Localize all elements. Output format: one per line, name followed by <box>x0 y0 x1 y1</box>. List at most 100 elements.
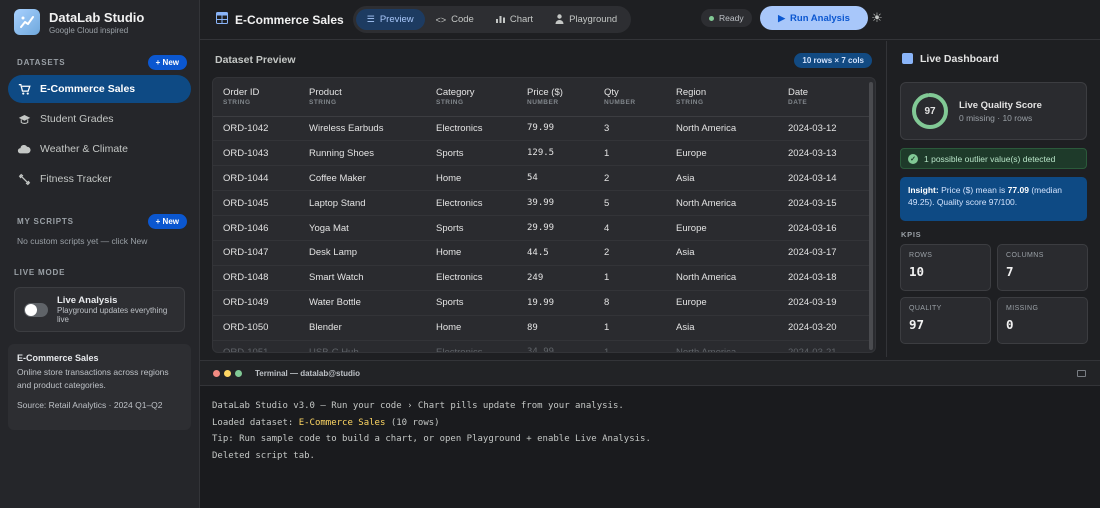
column-header[interactable]: Qty NUMBER <box>594 78 666 117</box>
tab-preview[interactable]: ☰ Preview <box>355 9 425 30</box>
data-table-container[interactable]: Order ID STRING Product STRING Category STR… <box>212 77 876 353</box>
date-cell: 2024-03-15 <box>778 190 869 217</box>
kpi-missing: MISSING 0 <box>997 297 1088 344</box>
chart-icon <box>495 14 505 25</box>
live-dashboard-panel: Live Dashboard 97 Live Quality Score 0 m… <box>886 41 1100 357</box>
qty-cell: 1 <box>594 265 666 291</box>
price-cell: 34.99 <box>517 340 594 352</box>
table-scrollbar[interactable] <box>869 82 873 350</box>
dataset-title-text: E-Commerce Sales <box>235 12 344 27</box>
terminal-expand-icon[interactable] <box>1077 370 1086 377</box>
qty-cell: 2 <box>594 165 666 192</box>
product-cell: Coffee Maker <box>299 165 426 192</box>
scripts-label: MY SCRIPTS <box>17 216 74 226</box>
region-cell: North America <box>666 116 778 142</box>
new-script-button[interactable]: + New <box>147 213 187 229</box>
order-id-cell: ORD-1044 <box>213 165 299 192</box>
data-table: Order ID STRING Product STRING Category STR… <box>213 78 869 352</box>
table-icon <box>216 12 228 27</box>
price-cell: 89 <box>517 315 594 341</box>
price-cell: 19.99 <box>517 290 594 316</box>
datasets-label: DATASETS <box>17 57 66 67</box>
insight-text-a: Price ($) mean is <box>938 185 1008 195</box>
price-cell: 29.99 <box>517 215 594 241</box>
column-header[interactable]: Product STRING <box>299 78 426 117</box>
new-dataset-button[interactable]: + New <box>147 54 187 70</box>
category-cell: Home <box>426 240 517 266</box>
qty-cell: 5 <box>594 190 666 217</box>
tab-code[interactable]: <> Code <box>425 9 485 30</box>
insight-card: Insight: Price ($) mean is 77.09 (median… <box>900 177 1087 221</box>
column-header[interactable]: Order ID STRING <box>213 78 299 117</box>
live-analysis-toggle[interactable] <box>24 302 48 317</box>
close-dot-icon[interactable] <box>213 369 220 377</box>
sidebar-item-fitness-tracker[interactable]: Fitness Tracker <box>8 165 191 193</box>
table-row[interactable]: ORD-1050 Blender Home 89 1 Asia 2024-03-20 <box>213 315 869 341</box>
app-title: DataLab Studio <box>49 9 145 25</box>
table-row[interactable]: ORD-1048 Smart Watch Electronics 249 1 North … <box>213 265 869 291</box>
minimize-dot-icon[interactable] <box>224 369 231 377</box>
order-id-cell: ORD-1048 <box>213 265 299 291</box>
tab-playground[interactable]: Playground <box>544 9 628 30</box>
kpi-rows: ROWS 10 <box>900 244 991 291</box>
table-row[interactable]: ORD-1049 Water Bottle Sports 19.99 8 Europe 20… <box>213 290 869 316</box>
price-cell: 249 <box>517 265 594 291</box>
terminal-title: Terminal — datalab@studio <box>255 368 360 378</box>
table-row[interactable]: ORD-1046 Yoga Mat Sports 29.99 4 Europe 2024-0… <box>213 215 869 241</box>
table-header-row: Order ID STRING Product STRING Category STR… <box>213 78 869 117</box>
order-id-cell: ORD-1043 <box>213 140 299 167</box>
region-cell: Europe <box>666 215 778 241</box>
product-cell: Running Shoes <box>299 140 426 167</box>
category-cell: Electronics <box>426 265 517 291</box>
order-id-cell: ORD-1051 <box>213 340 299 352</box>
sidebar-item-weather-climate[interactable]: Weather & Climate <box>8 135 191 163</box>
tab-label: Code <box>451 14 474 25</box>
column-header[interactable]: Category STRING <box>426 78 517 117</box>
table-row[interactable]: ORD-1045 Laptop Stand Electronics 39.99 5 Nor… <box>213 190 869 217</box>
dataset-info-desc: Online store transactions across regions… <box>17 367 169 391</box>
table-row[interactable]: ORD-1044 Coffee Maker Home 54 2 Asia 2024-03-1… <box>213 165 869 192</box>
product-cell: USB-C Hub <box>299 340 426 352</box>
preview-title: Dataset Preview <box>215 54 296 66</box>
topbar: E-Commerce Sales ☰ Preview <> Code Chart… <box>200 0 1100 40</box>
region-cell: Europe <box>666 140 778 167</box>
quality-score-value: 97 <box>924 105 936 117</box>
order-id-cell: ORD-1042 <box>213 116 299 142</box>
dataset-info-card: E-Commerce Sales Online store transactio… <box>8 344 191 430</box>
kpi-columns: COLUMNS 7 <box>997 244 1088 291</box>
outlier-alert: ✓ 1 possible outlier value(s) detected <box>900 148 1087 169</box>
sidebar-item-ecommerce-sales[interactable]: E-Commerce Sales <box>8 75 191 103</box>
region-cell: Asia <box>666 240 778 266</box>
theme-toggle-icon[interactable]: ☀ <box>868 9 886 27</box>
qty-cell: 8 <box>594 290 666 316</box>
table-row[interactable]: ORD-1047 Desk Lamp Home 44.5 2 Asia 2024-03-17 <box>213 240 869 266</box>
region-cell: North America <box>666 265 778 291</box>
qty-cell: 1 <box>594 140 666 167</box>
product-cell: Smart Watch <box>299 265 426 291</box>
terminal-line: DataLab Studio v3.0 — Run your code › Ch… <box>212 401 624 411</box>
column-header[interactable]: Date DATE <box>778 78 869 117</box>
order-id-cell: ORD-1047 <box>213 240 299 266</box>
sidebar-item-student-grades[interactable]: Student Grades <box>8 105 191 133</box>
table-row[interactable]: ORD-1051 USB-C Hub Electronics 34.99 1 North … <box>213 340 869 352</box>
view-tabs: ☰ Preview <> Code Chart Playground <box>352 6 632 33</box>
run-analysis-button[interactable]: ▶ Run Analysis <box>760 6 868 30</box>
region-cell: North America <box>666 190 778 217</box>
date-cell: 2024-03-16 <box>778 215 869 241</box>
person-icon <box>555 13 564 26</box>
kpi-grid: ROWS 10 COLUMNS 7 QUALITY 97 MISSING 0 <box>900 244 1088 344</box>
live-analysis-desc: Playground updates everything live <box>57 305 168 324</box>
maximize-dot-icon[interactable] <box>235 369 242 377</box>
table-row[interactable]: ORD-1042 Wireless Earbuds Electronics 79.99… <box>213 116 869 142</box>
kpi-value: 7 <box>1006 264 1014 279</box>
brand: DataLab Studio Google Cloud inspired <box>0 0 199 44</box>
qty-cell: 4 <box>594 215 666 241</box>
sidebar: DataLab Studio Google Cloud inspired DAT… <box>0 0 200 508</box>
column-header[interactable]: Price ($) NUMBER <box>517 78 594 117</box>
category-cell: Home <box>426 165 517 192</box>
kpi-value: 0 <box>1006 317 1014 332</box>
cloud-icon <box>17 142 31 156</box>
table-row[interactable]: ORD-1043 Running Shoes Sports 129.5 1 Europe 2… <box>213 140 869 167</box>
column-header[interactable]: Region STRING <box>666 78 778 117</box>
tab-chart[interactable]: Chart <box>485 9 544 30</box>
